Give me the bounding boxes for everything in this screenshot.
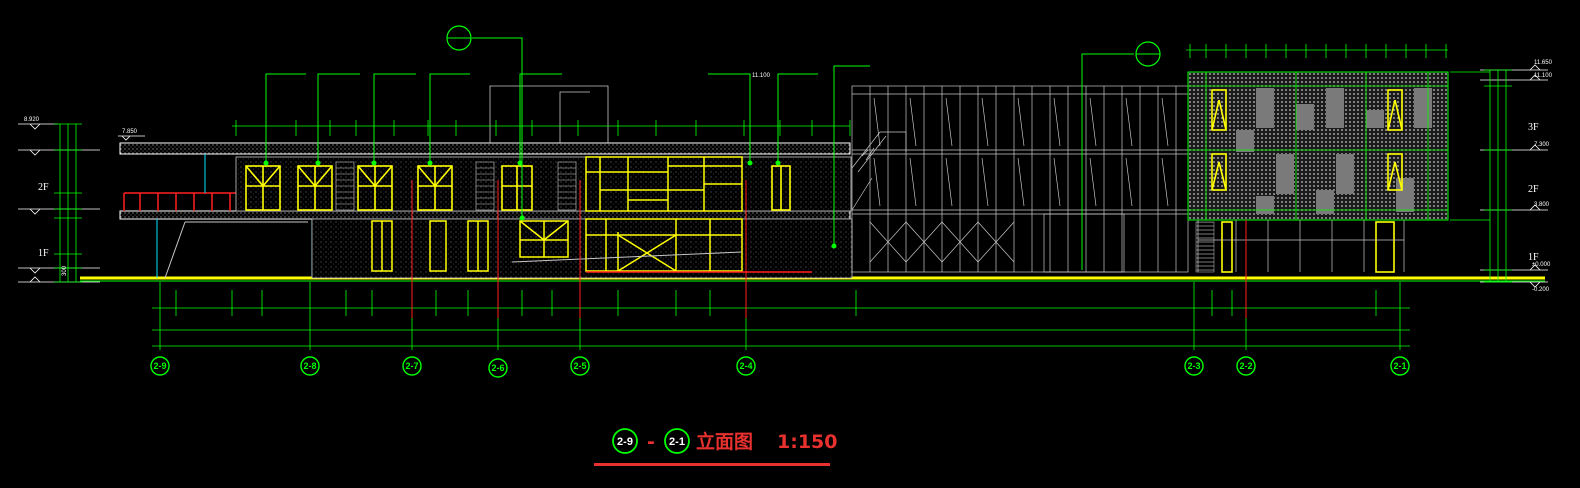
axis-label: 2-2 [1239,361,1252,371]
title-start-axis: 2-9 [617,436,633,448]
red-railing [123,192,236,211]
axis-label: 2-9 [153,361,166,371]
right-dimension-verticals [1450,69,1512,283]
left-floor-label-1f: 1F [38,248,49,259]
left-elevation-canopy: 7.850 [122,129,138,135]
right-wing-ground-floor [1197,220,1405,272]
right-elevation-minus-0200: -0.200 [1532,287,1550,293]
elevation-drawing: 2-9 2-8 2-7 2-6 2-5 2-4 2-3 2-2 2-1 8.92… [18,25,1553,466]
right-floor-label-2f: 2F [1528,184,1539,195]
cad-drawing-canvas: 2-9 2-8 2-7 2-6 2-5 2-4 2-3 2-2 2-1 8.92… [0,0,1580,488]
title-name: 立面图 [696,430,753,453]
first-floor-wall [311,218,853,279]
right-elevation-11650: 11.650 [1534,60,1553,66]
axis-label: 2-8 [303,361,316,371]
title-end-axis: 2-1 [669,436,685,448]
right-elevation-3800: 3.800 [1534,202,1550,208]
grid-axis-bubbles: 2-9 2-8 2-7 2-6 2-5 2-4 2-3 2-2 2-1 [150,356,1410,378]
curtain-wall-mullions [869,86,1177,272]
bottom-dimension-lines [152,282,1410,350]
ground-stair [1195,221,1215,273]
axis-label: 2-3 [1187,361,1200,371]
right-elevation-7300: 7.300 [1534,142,1550,148]
roof-parapet-2 [559,91,590,143]
title-underline [594,463,830,466]
axis-label: 2-7 [405,361,418,371]
right-wing [1187,71,1449,273]
upper-canopy-slab [119,142,851,155]
middle-wing [851,85,1189,273]
title-dash: - [647,431,655,453]
roof-parapet [489,85,609,143]
left-dimension-verticals [54,123,82,283]
left-floor-label-2f: 2F [38,182,49,193]
left-wing [119,85,853,279]
center-elevation: 11.100 [752,73,771,79]
title-scale: 1:150 [777,431,837,453]
second-floor-wall [235,156,852,212]
left-elevation-top: 8.920 [24,117,40,123]
axis-label: 2-6 [491,363,504,373]
right-floor-label-1f: 1F [1528,252,1539,263]
right-floor-label-3f: 3F [1528,122,1539,133]
axis-label: 2-5 [573,361,586,371]
axis-label: 2-1 [1393,361,1406,371]
drawing-title: 2-9 - 2-1 立面图 1:150 [594,428,837,466]
axis-label: 2-4 [739,361,752,371]
stair-brace [164,221,186,279]
left-dimension-300: 300 [62,265,68,276]
mid-canopy-slab [119,210,851,220]
right-elevation-11100: 11.100 [1534,73,1553,79]
tilted-fins [873,97,1169,207]
